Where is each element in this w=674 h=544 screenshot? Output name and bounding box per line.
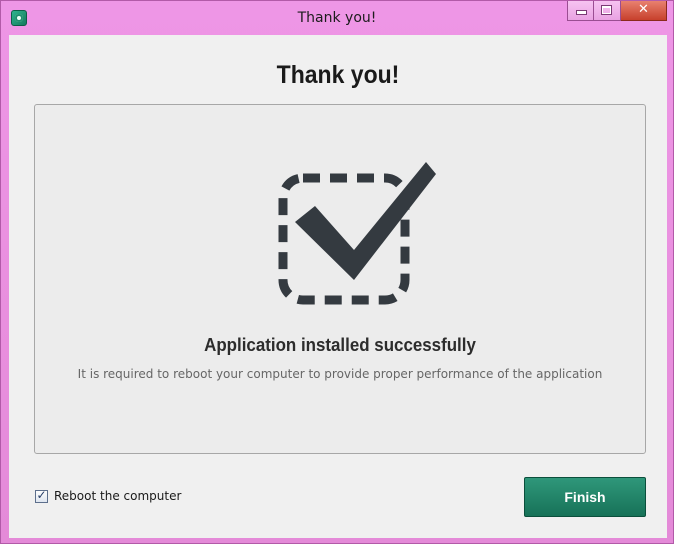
finish-button[interactable]: Finish — [524, 477, 646, 517]
close-button[interactable]: ✕ — [621, 1, 667, 21]
installer-window: Thank you! ✕ Thank you! Application inst… — [0, 0, 674, 544]
close-icon: ✕ — [638, 2, 649, 17]
check-icon: ✓ — [36, 487, 47, 502]
reboot-note: It is required to reboot your computer t… — [77, 367, 603, 381]
page-title: Thank you! — [276, 61, 400, 89]
minimize-button[interactable] — [567, 1, 594, 21]
success-title: Application installed successfully — [204, 335, 476, 355]
caption-buttons: ✕ — [567, 1, 667, 23]
reboot-checkbox[interactable]: ✓ — [35, 487, 48, 503]
title-bar[interactable]: Thank you! ✕ — [1, 1, 673, 35]
reboot-option[interactable]: ✓ Reboot the computer — [35, 488, 181, 504]
minimize-icon — [577, 11, 586, 14]
maximize-button[interactable] — [594, 1, 621, 21]
dialog-body: Thank you! Application installed success… — [9, 35, 667, 538]
maximize-icon — [602, 6, 611, 14]
result-panel: Application installed successfully It is… — [34, 104, 646, 454]
checkmark-icon — [278, 162, 436, 305]
reboot-label[interactable]: Reboot the computer — [54, 489, 181, 503]
